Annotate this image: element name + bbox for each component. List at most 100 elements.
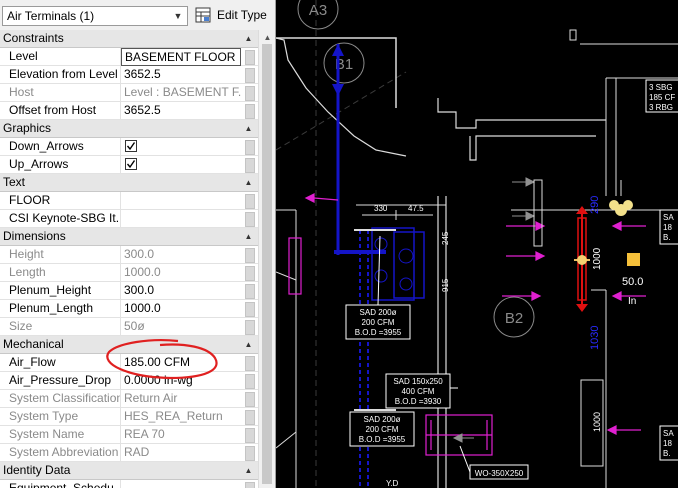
property-row-plenum-length[interactable]: Plenum_Length 1000.0 [0, 300, 258, 318]
chevron-down-icon[interactable]: ▼ [171, 9, 185, 23]
associate-parameter-button[interactable] [245, 356, 255, 371]
property-tail [241, 102, 258, 120]
associate-parameter-button[interactable] [245, 86, 255, 101]
collapse-icon[interactable]: ▲ [243, 231, 254, 242]
property-value[interactable]: 0.0000 in-wg [121, 372, 241, 390]
property-value[interactable]: BASEMENT FLOOR [121, 48, 241, 66]
property-value: Level : BASEMENT F... [121, 84, 241, 102]
property-value[interactable] [121, 210, 241, 228]
property-row-level[interactable]: Level BASEMENT FLOOR [0, 48, 258, 66]
property-row-down-arrows[interactable]: Down_Arrows [0, 138, 258, 156]
collapse-icon[interactable]: ▲ [243, 33, 254, 44]
section-header-dimensions[interactable]: Dimensions ▲ [0, 228, 258, 246]
associate-parameter-button[interactable] [245, 482, 255, 488]
svg-text:B.: B. [663, 449, 671, 458]
property-value[interactable]: 300.0 [121, 282, 241, 300]
property-value[interactable] [121, 192, 241, 210]
property-row-system-type[interactable]: System Type HES_REA_Return [0, 408, 258, 426]
property-row-up-arrows[interactable]: Up_Arrows [0, 156, 258, 174]
svg-text:18: 18 [663, 223, 672, 232]
scrollbar-thumb[interactable] [262, 44, 272, 484]
section-header-mechanical[interactable]: Mechanical ▲ [0, 336, 258, 354]
tag-top-right[interactable]: 3 SBG 185 CF 3 RBG [645, 79, 678, 113]
property-row-csi-keynote-sbg-it[interactable]: CSI Keynote-SBG It... [0, 210, 258, 228]
property-value[interactable]: 1000.0 [121, 300, 241, 318]
associate-parameter-button[interactable] [245, 158, 255, 173]
grid-bubble-b2: B2 [505, 310, 523, 327]
type-selector-dropdown[interactable]: Air Terminals (1) ▼ [2, 6, 188, 26]
dim-330: 330 [374, 204, 388, 213]
edit-type-button[interactable]: Edit Type [195, 4, 267, 26]
checkbox[interactable] [125, 158, 137, 170]
property-tail [241, 264, 258, 282]
section-header-identity-data[interactable]: Identity Data ▲ [0, 462, 258, 480]
property-tail [241, 138, 258, 156]
associate-parameter-button[interactable] [245, 68, 255, 83]
collapse-icon[interactable]: ▲ [243, 465, 254, 476]
property-value[interactable] [121, 480, 241, 488]
section-header-text[interactable]: Text ▲ [0, 174, 258, 192]
properties-grid: Constraints ▲ Level BASEMENT FLOOR Elevation… [0, 30, 258, 488]
property-row-host[interactable]: Host Level : BASEMENT F... [0, 84, 258, 102]
associate-parameter-button[interactable] [245, 446, 255, 461]
checkbox[interactable] [125, 140, 137, 152]
property-row-elevation-from-level[interactable]: Elevation from Level 3652.5 [0, 66, 258, 84]
unit-label-in: In [628, 296, 636, 307]
property-row-floor[interactable]: FLOOR [0, 192, 258, 210]
property-row-height[interactable]: Height 300.0 [0, 246, 258, 264]
property-value[interactable]: 185.00 CFM [121, 354, 241, 372]
properties-scrollbar[interactable]: ▲ [258, 30, 275, 488]
property-row-system-classification[interactable]: System Classification Return Air [0, 390, 258, 408]
svg-text:185 CF: 185 CF [649, 93, 675, 102]
property-value: Return Air [121, 390, 241, 408]
dim-1030: 1030 [589, 326, 601, 350]
property-row-system-abbreviation[interactable]: System Abbreviation RAD [0, 444, 258, 462]
dim-1000-a: 1000 [592, 247, 603, 270]
associate-parameter-button[interactable] [245, 50, 255, 65]
section-header-constraints[interactable]: Constraints ▲ [0, 30, 258, 48]
associate-parameter-button[interactable] [245, 302, 255, 317]
property-checkbox-cell[interactable] [121, 138, 241, 156]
cad-drawing-canvas[interactable]: A3 B1 B2 330 47.5 245 915 290 1030 1000 … [276, 0, 678, 488]
collapse-icon[interactable]: ▲ [243, 177, 254, 188]
property-row-air-pressure-drop[interactable]: Air_Pressure_Drop 0.0000 in-wg [0, 372, 258, 390]
edit-type-label: Edit Type [217, 8, 267, 22]
scroll-up-icon[interactable]: ▲ [262, 32, 273, 43]
associate-parameter-button[interactable] [245, 212, 255, 227]
tag-right-bottom[interactable]: SA 18 B. [659, 425, 678, 461]
tag-sad-150x250[interactable]: SAD 150x250 400 CFM B.O.D =3930 [385, 373, 458, 409]
collapse-icon[interactable]: ▲ [243, 123, 254, 134]
associate-parameter-button[interactable] [245, 140, 255, 155]
associate-parameter-button[interactable] [245, 248, 255, 263]
associate-parameter-button[interactable] [245, 194, 255, 209]
associate-parameter-button[interactable] [245, 104, 255, 119]
property-value[interactable]: 3652.5 [121, 102, 241, 120]
associate-parameter-button[interactable] [245, 392, 255, 407]
property-value[interactable]: 3652.5 [121, 66, 241, 84]
tag-right-mid[interactable]: SA 18 B. [659, 209, 678, 245]
svg-text:18: 18 [663, 439, 672, 448]
associate-parameter-button[interactable] [245, 320, 255, 335]
svg-text:3 RBG: 3 RBG [649, 103, 673, 112]
property-tail [241, 84, 258, 102]
collapse-icon[interactable]: ▲ [243, 339, 254, 350]
associate-parameter-button[interactable] [245, 284, 255, 299]
property-row-plenum-height[interactable]: Plenum_Height 300.0 [0, 282, 258, 300]
associate-parameter-button[interactable] [245, 428, 255, 443]
property-row-air-flow[interactable]: Air_Flow 185.00 CFM [0, 354, 258, 372]
property-row-system-name[interactable]: System Name REA 70 [0, 426, 258, 444]
section-header-graphics[interactable]: Graphics ▲ [0, 120, 258, 138]
property-row-size[interactable]: Size 50ø [0, 318, 258, 336]
property-checkbox-cell[interactable] [121, 156, 241, 174]
property-value: REA 70 [121, 426, 241, 444]
tag-sad-200-b[interactable]: SAD 200ø 200 CFM B.O.D =3955 [349, 411, 415, 447]
property-row-length[interactable]: Length 1000.0 [0, 264, 258, 282]
section-title: Dimensions [3, 229, 66, 243]
svg-text:SA: SA [663, 213, 674, 222]
associate-parameter-button[interactable] [245, 374, 255, 389]
property-row-equipment-schedu[interactable]: Equipment_Schedu... [0, 480, 258, 488]
property-row-offset-from-host[interactable]: Offset from Host 3652.5 [0, 102, 258, 120]
associate-parameter-button[interactable] [245, 410, 255, 425]
edit-type-icon [195, 7, 211, 23]
associate-parameter-button[interactable] [245, 266, 255, 281]
